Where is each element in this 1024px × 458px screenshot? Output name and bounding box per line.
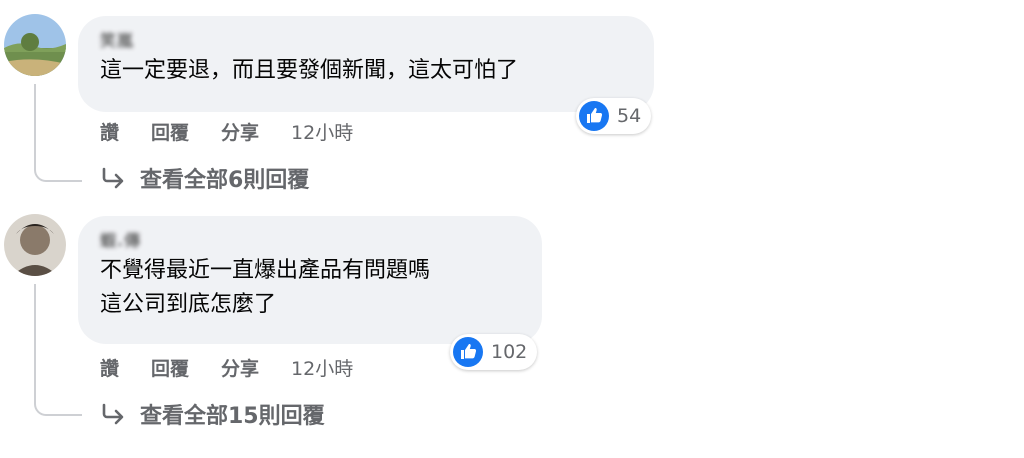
author-name[interactable]: 笑嵐 [100, 30, 134, 52]
comment-bubble: 笑嵐 這一定要退，而且要發個新聞，這太可怕了 [78, 16, 654, 112]
reply-button[interactable]: 回覆 [151, 354, 189, 381]
share-button[interactable]: 分享 [221, 354, 259, 381]
view-replies-link[interactable]: 查看全部6則回覆 [100, 162, 309, 194]
like-icon [453, 337, 483, 367]
comment-actions: 讚 回覆 分享 12小時 [100, 354, 385, 381]
reaction-summary[interactable]: 54 [576, 98, 652, 134]
author-name[interactable]: 蝦.傳 [100, 230, 141, 252]
thread-line [34, 284, 82, 416]
timestamp[interactable]: 12小時 [291, 118, 353, 145]
reaction-summary[interactable]: 102 [450, 334, 538, 370]
view-replies-label: 查看全部15則回覆 [140, 404, 325, 429]
like-button[interactable]: 讚 [100, 354, 119, 381]
like-button[interactable]: 讚 [100, 118, 119, 145]
comment-actions: 讚 回覆 分享 12小時 [100, 118, 385, 145]
share-button[interactable]: 分享 [221, 118, 259, 145]
view-replies-link[interactable]: 查看全部15則回覆 [100, 398, 325, 430]
comment-text: 這一定要退，而且要發個新聞，這太可怕了 [100, 58, 519, 83]
reaction-count: 54 [617, 105, 642, 127]
view-replies-label: 查看全部6則回覆 [140, 168, 310, 193]
reply-arrow-icon [102, 403, 124, 425]
comment-bubble: 蝦.傳 不覺得最近一直爆出產品有問題嗎 這公司到底怎麼了 [78, 216, 542, 344]
like-icon [579, 101, 609, 131]
thread-line [34, 84, 82, 182]
reply-arrow-icon [102, 167, 124, 189]
reaction-count: 102 [491, 341, 528, 363]
avatar[interactable] [4, 214, 66, 276]
reply-button[interactable]: 回覆 [151, 118, 189, 145]
timestamp[interactable]: 12小時 [291, 354, 353, 381]
avatar[interactable] [4, 14, 66, 76]
comment-text: 不覺得最近一直爆出產品有問題嗎 這公司到底怎麼了 [100, 258, 431, 317]
